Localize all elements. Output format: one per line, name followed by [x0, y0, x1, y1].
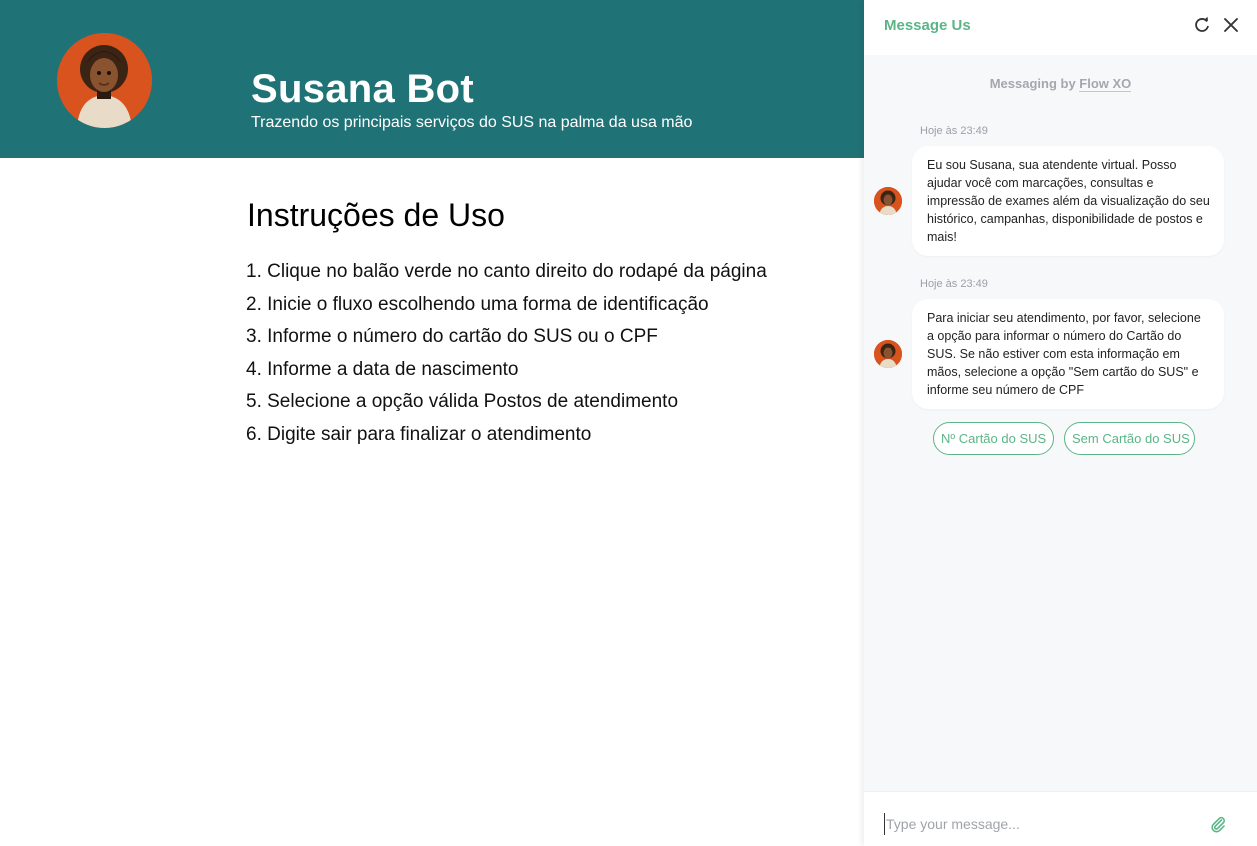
page-subtitle: Trazendo os principais serviços do SUS n… [251, 114, 693, 131]
instruction-item: 1. Clique no balão verde no canto direit… [246, 261, 767, 282]
instructions-list: 1. Clique no balão verde no canto direit… [246, 256, 767, 452]
refresh-icon[interactable] [1191, 14, 1213, 36]
chat-panel: Message Us Messaging by Flow XO Hoje às … [864, 0, 1257, 846]
avatar [874, 187, 902, 215]
bot-message: Eu sou Susana, sua atendente virtual. Po… [912, 146, 1224, 256]
avatar [874, 340, 902, 368]
message-timestamp: Hoje às 23:49 [920, 278, 988, 290]
instruction-item: 4. Informe a data de nascimento [246, 358, 519, 380]
message-input[interactable] [884, 813, 1204, 835]
page-title: Susana Bot [251, 67, 475, 111]
powered-by: Messaging by Flow XO [864, 76, 1257, 92]
chat-header: Message Us [864, 0, 1257, 55]
avatar-illustration [57, 33, 152, 128]
paperclip-icon[interactable] [1208, 814, 1228, 834]
instruction-item: 2. Inicie o fluxo escolhendo uma forma d… [246, 293, 709, 315]
message-composer [864, 791, 1257, 846]
avatar [57, 33, 152, 128]
close-icon[interactable] [1220, 14, 1242, 36]
message-timestamp: Hoje às 23:49 [920, 125, 988, 137]
instruction-item: 6. Digite sair para finalizar o atendime… [246, 423, 592, 445]
quick-reply-cartao-sus[interactable]: Nº Cartão do SUS [933, 422, 1054, 455]
quick-reply-sem-cartao-sus[interactable]: Sem Cartão do SUS [1064, 422, 1195, 455]
instruction-item: 3. Informe o número do cartão do SUS ou … [246, 326, 658, 348]
bot-message: Para iniciar seu atendimento, por favor,… [912, 299, 1224, 409]
powered-brand-link[interactable]: Flow XO [1079, 76, 1132, 92]
landing-page: Susana Bot Trazendo os principais serviç… [0, 0, 864, 846]
chat-title: Message Us [884, 17, 971, 34]
powered-prefix: Messaging by [989, 76, 1080, 91]
instructions-title: Instruções de Uso [247, 197, 505, 233]
hero-banner: Susana Bot Trazendo os principais serviç… [0, 0, 864, 158]
instruction-item: 5. Selecione a opção válida Postos de at… [246, 391, 679, 413]
